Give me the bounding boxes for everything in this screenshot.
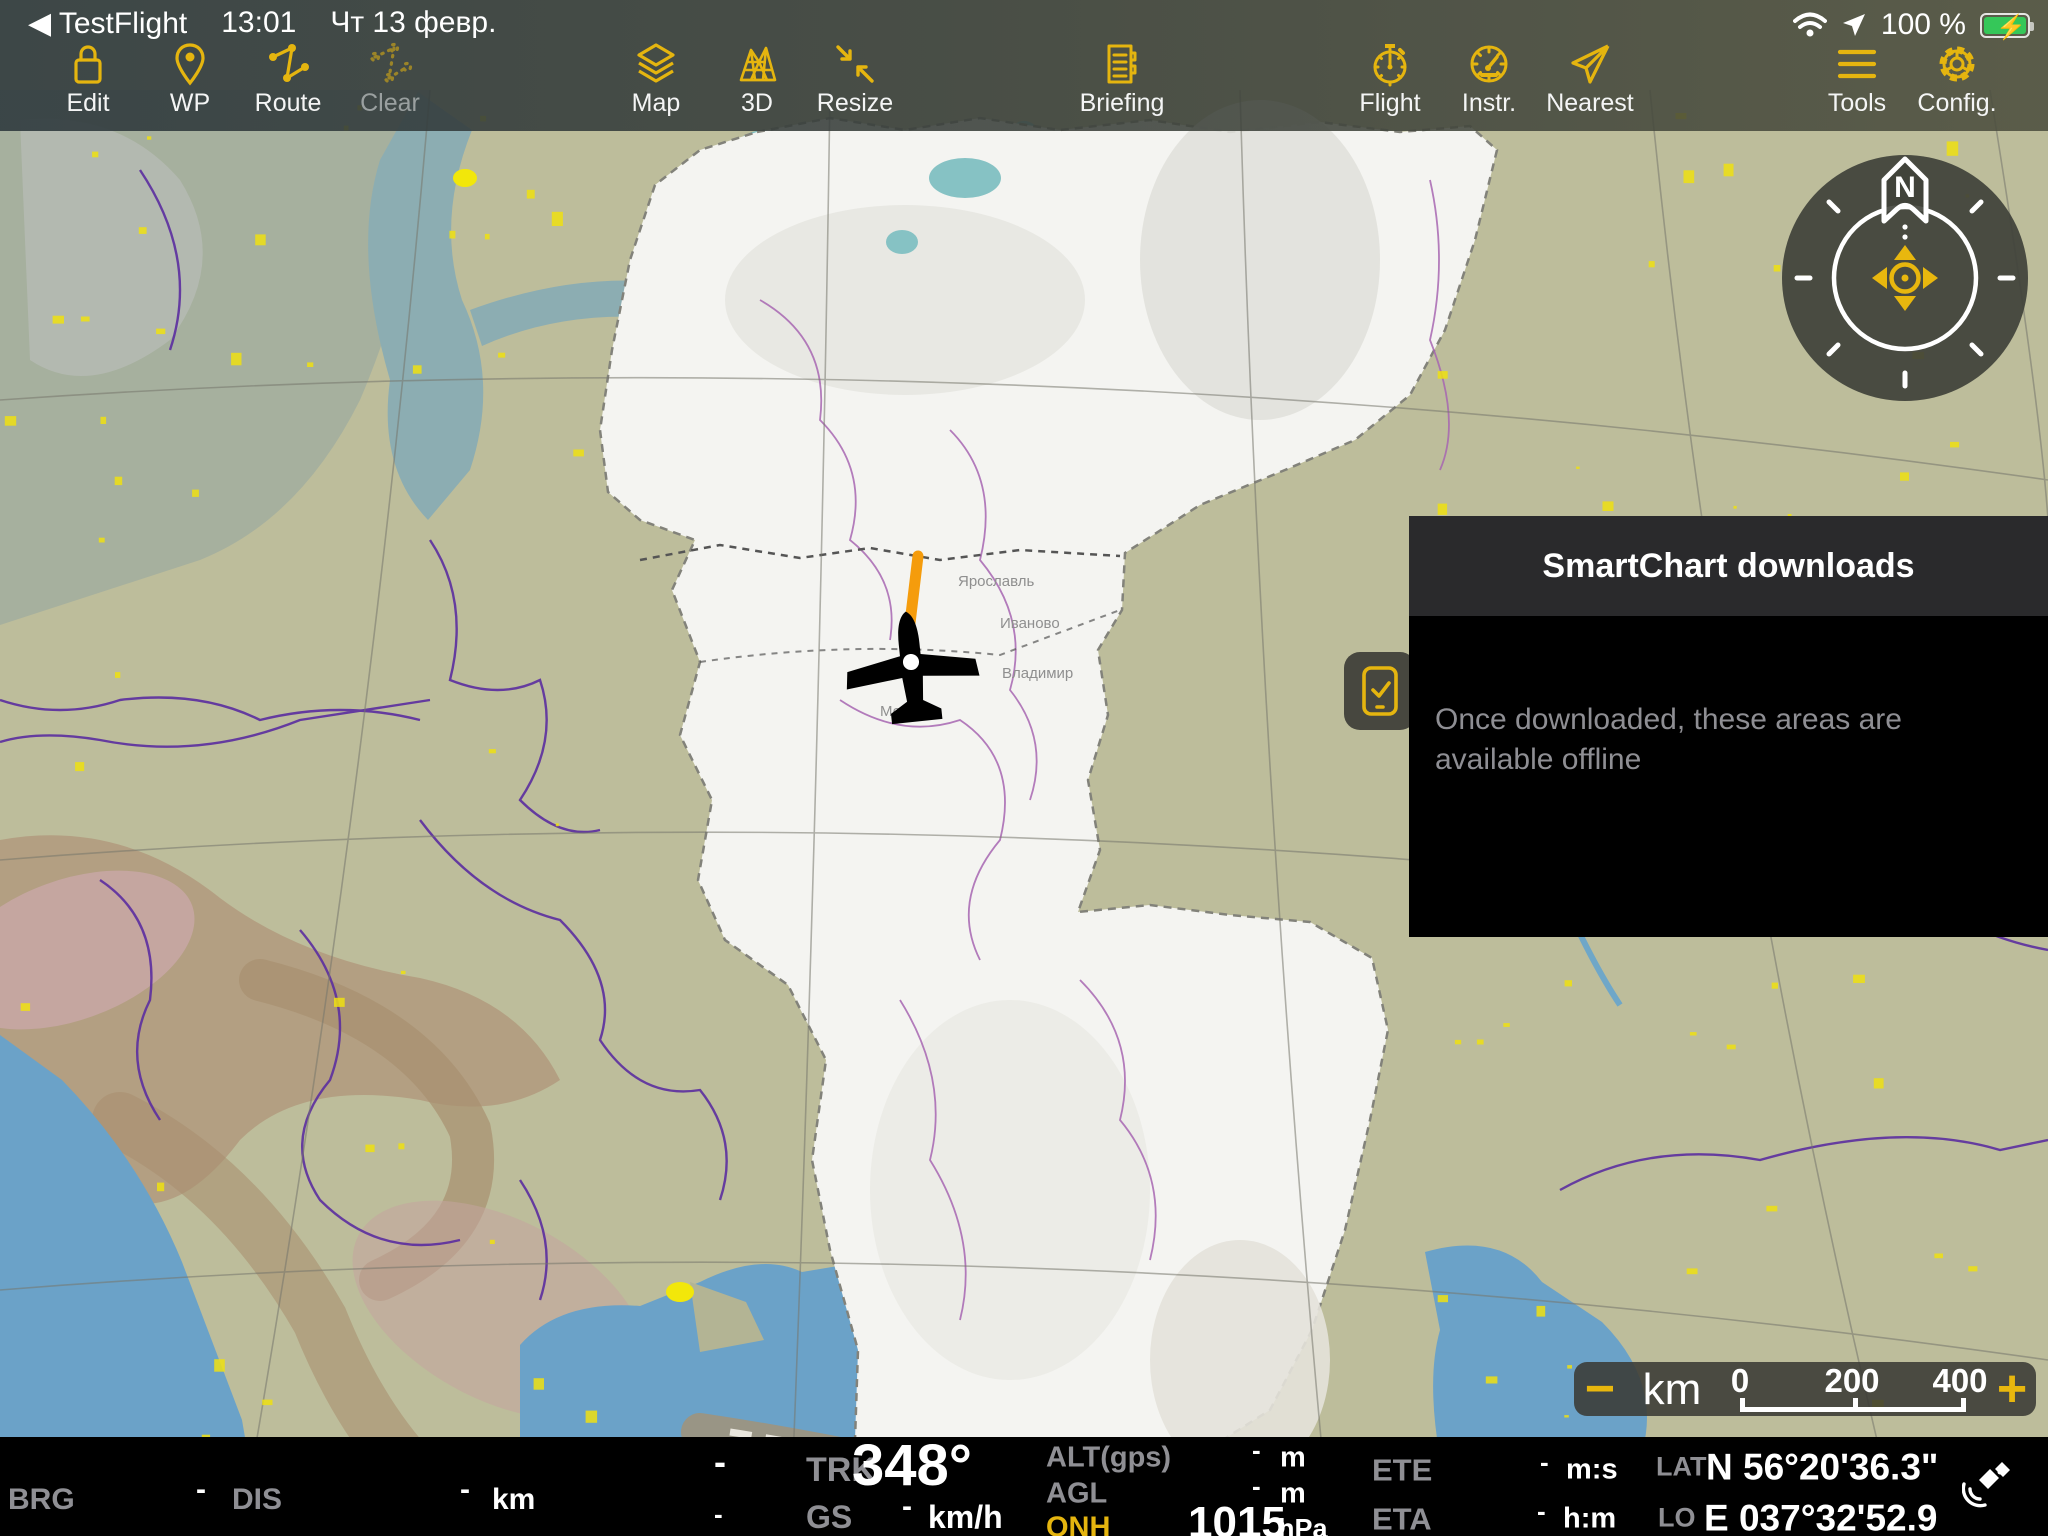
spare-value-bottom: - <box>714 1501 723 1527</box>
gear-icon <box>1933 40 1981 88</box>
battery-percent: 100 % <box>1881 8 1966 42</box>
lat-value: N 56°20'36.3" <box>1706 1449 1938 1486</box>
toolbar-label: Route <box>255 89 322 118</box>
toolbar-label: Instr. <box>1462 89 1516 118</box>
battery-icon: ⚡ <box>1980 13 2030 38</box>
agl-value: - <box>1252 1473 1261 1499</box>
ete-unit: m:s <box>1566 1456 1618 1485</box>
map-city-large <box>453 169 477 187</box>
scale-unit: km <box>1643 1365 1702 1415</box>
toolbar-label: Flight <box>1359 89 1420 118</box>
brg-value: - <box>196 1475 206 1505</box>
nav-data-bar: BRG - DIS - km - - TRK 348° GS - km/h AL… <box>0 1437 2048 1536</box>
lo-value: E 037°32'52.9 <box>1704 1500 1937 1536</box>
toolbar-label: WP <box>170 89 210 118</box>
svg-text:N: N <box>1894 171 1916 204</box>
map-label-vladimir: Владимир <box>1002 665 1073 682</box>
map-lake <box>929 158 1001 198</box>
smartchart-panel-body-text: Once downloaded, these areas are availab… <box>1409 616 2048 780</box>
ete-value: - <box>1540 1449 1549 1475</box>
scale-tick-400: 400 <box>1932 1362 1987 1400</box>
lock-icon <box>64 40 112 88</box>
toolbar-label: Nearest <box>1546 89 1634 118</box>
toolbar-label: Map <box>632 89 681 118</box>
qnh-unit: hPa <box>1278 1516 1328 1536</box>
hamburger-menu-icon <box>1833 40 1881 88</box>
gauge-icon <box>1465 40 1513 88</box>
smartchart-panel: SmartChart downloads Once downloaded, th… <box>1409 516 2048 937</box>
status-date: Чт 13 февр. <box>330 6 496 41</box>
trk-value: 348° <box>852 1437 972 1495</box>
spare-value-top: - <box>714 1444 726 1480</box>
scale-tick-0: 0 <box>1731 1362 1749 1400</box>
download-check-icon <box>1356 663 1404 719</box>
lat-label: LAT <box>1656 1454 1706 1481</box>
terrain-3d-icon <box>733 40 781 88</box>
toolbar-briefing-button[interactable]: Briefing <box>1057 40 1187 118</box>
alt-unit: m <box>1280 1444 1306 1473</box>
scale-ruler <box>1740 1398 1966 1412</box>
toolbar-label: Clear <box>360 89 420 118</box>
toolbar-label: Edit <box>66 89 109 118</box>
dis-unit: km <box>492 1485 535 1515</box>
toolbar-nearest-button[interactable]: Nearest <box>1525 40 1655 118</box>
top-toolbar: ◀ TestFlight 13:01 Чт 13 февр. 100 % ⚡ <box>0 0 2048 131</box>
route-icon <box>264 40 312 88</box>
map-relief <box>1140 100 1380 420</box>
eta-value: - <box>1537 1498 1546 1524</box>
gps-satellite-icon[interactable] <box>1962 1455 2018 1511</box>
qnh-label[interactable]: QNH <box>1046 1514 1110 1536</box>
toolbar-label: 3D <box>741 89 773 118</box>
qnh-value: 1015 <box>1188 1501 1286 1536</box>
eta-label: ETA <box>1372 1504 1432 1535</box>
toolbar-resize-button[interactable]: Resize <box>790 40 920 118</box>
resize-arrows-icon <box>831 40 879 88</box>
smartchart-panel-header: SmartChart downloads <box>1409 516 2048 616</box>
gs-value: - <box>902 1492 912 1522</box>
toolbar-label: Config. <box>1917 89 1996 118</box>
gs-label: GS <box>806 1501 852 1533</box>
status-time: 13:01 <box>221 6 296 41</box>
stopwatch-icon <box>1366 40 1414 88</box>
toolbar-label: Resize <box>817 89 893 118</box>
toolbar-config-button[interactable]: Config. <box>1892 40 2022 118</box>
map-relief <box>870 1000 1150 1380</box>
back-to-app-button[interactable]: ◀ TestFlight <box>28 6 187 41</box>
map-scale-bar: − km 0 200 400 + <box>1574 1362 2036 1416</box>
app-screen: Москва Ярославль Иваново Владимир ◀ Test… <box>0 0 2048 1536</box>
alt-label: ALT(gps) <box>1046 1444 1171 1473</box>
location-arrow-icon <box>1841 12 1867 38</box>
status-bar: ◀ TestFlight 13:01 Чт 13 февр. 100 % ⚡ <box>0 6 2048 42</box>
lo-label: LO <box>1658 1505 1696 1532</box>
map-label-ivanovo: Иваново <box>1000 615 1060 632</box>
gs-unit: km/h <box>928 1501 1003 1533</box>
waypoint-pin-icon <box>166 40 214 88</box>
wifi-icon <box>1793 12 1827 38</box>
smartchart-tab-handle[interactable] <box>1344 652 1416 730</box>
compass-widget[interactable]: N <box>1780 153 2030 403</box>
toolbar-clear-button[interactable]: Clear <box>325 40 455 118</box>
map-city-large <box>666 1282 694 1302</box>
agl-label: AGL <box>1046 1480 1107 1509</box>
toolbar-label: Briefing <box>1080 89 1165 118</box>
smartchart-panel-title: SmartChart downloads <box>1542 547 1914 586</box>
layers-icon <box>632 40 680 88</box>
brg-label: BRG <box>8 1485 75 1515</box>
alt-value: - <box>1252 1437 1261 1463</box>
toolbar-label: Tools <box>1828 89 1886 118</box>
dis-value: - <box>460 1475 470 1505</box>
ete-label: ETE <box>1372 1455 1432 1486</box>
dis-label: DIS <box>232 1485 282 1515</box>
map-label-yaroslavl: Ярославль <box>958 573 1034 590</box>
scale-tick-200: 200 <box>1824 1362 1879 1400</box>
nearest-arrow-icon <box>1566 40 1614 88</box>
map-lake <box>886 230 918 254</box>
clear-route-icon <box>366 40 414 88</box>
briefing-document-icon <box>1098 40 1146 88</box>
eta-unit: h:m <box>1563 1505 1616 1534</box>
